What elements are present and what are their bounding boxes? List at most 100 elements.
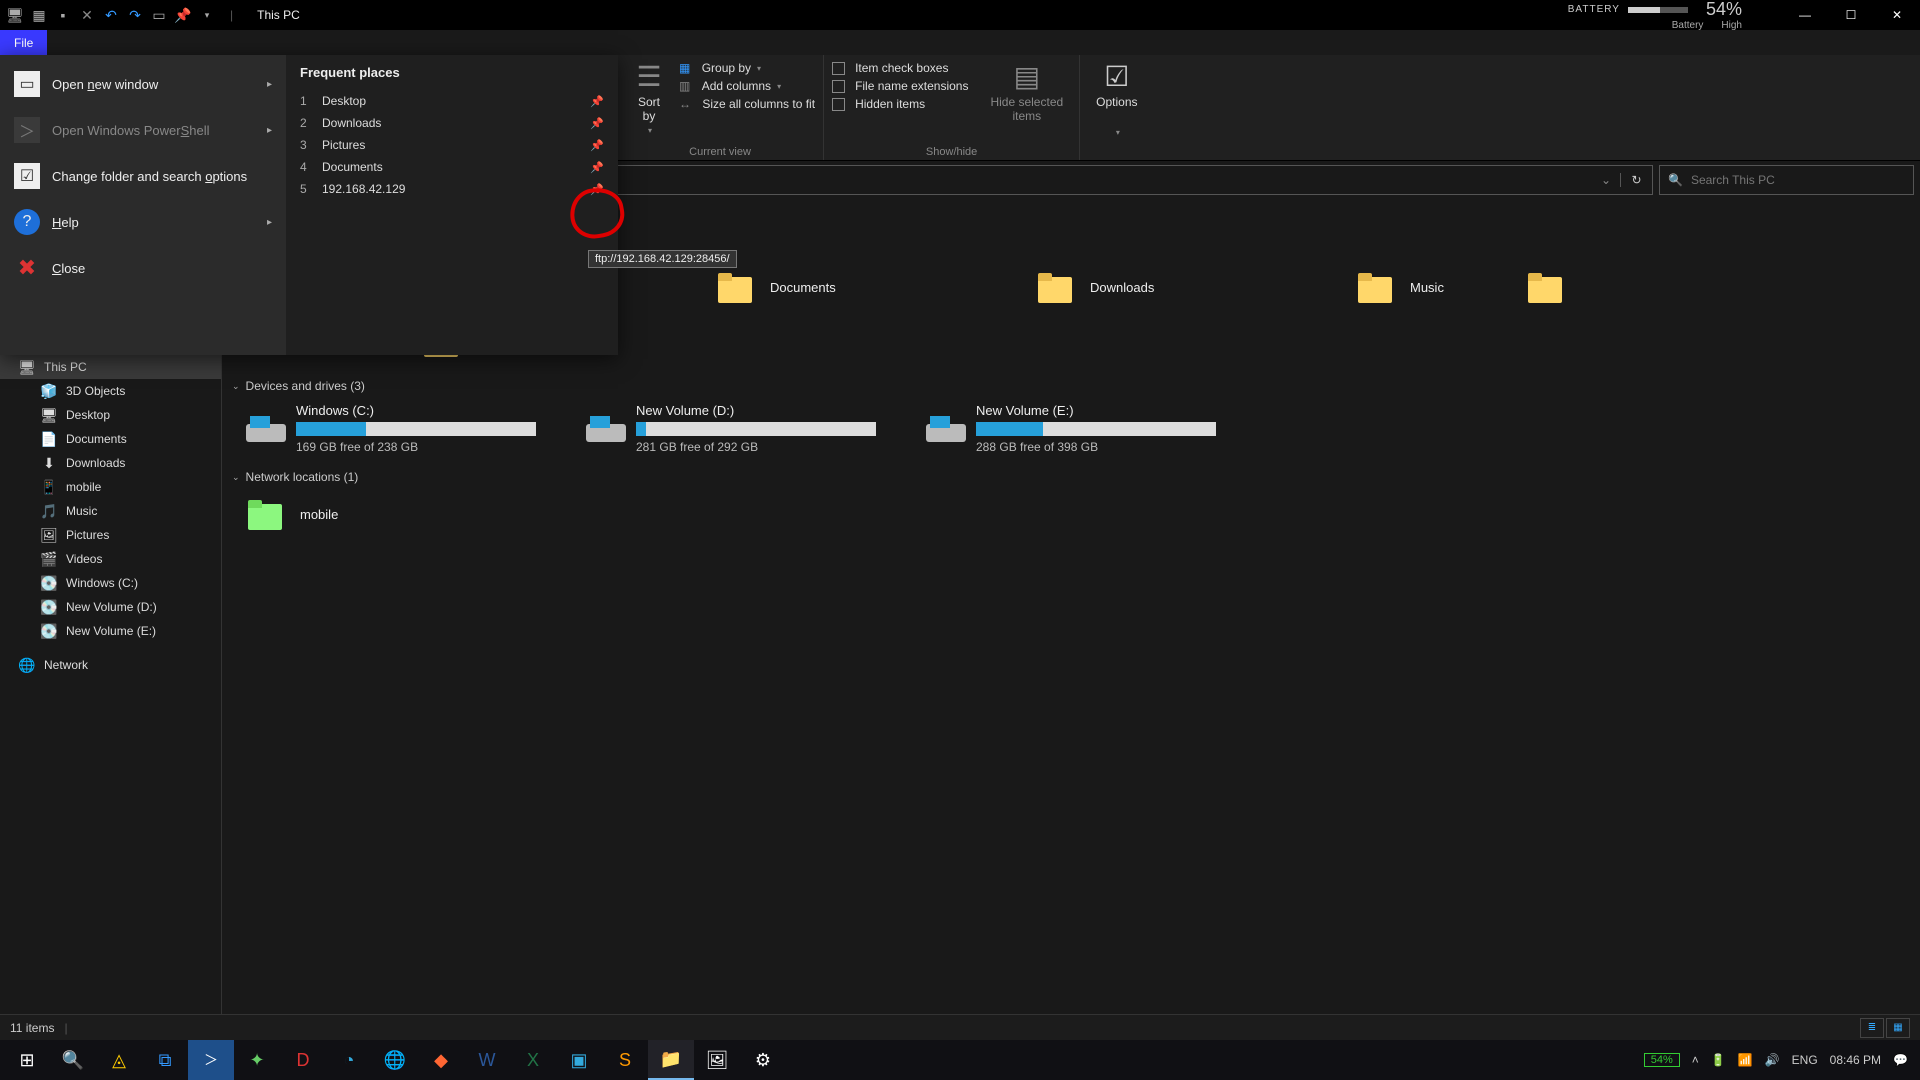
taskbar-app-4[interactable]: ▣: [556, 1040, 602, 1080]
tree-this-pc[interactable]: 🖥This PC: [0, 355, 221, 379]
tree-videos[interactable]: 🎬Videos: [0, 547, 221, 571]
pin-icon[interactable]: 📌: [590, 139, 604, 152]
qat-rename-icon[interactable]: ▭: [148, 4, 170, 26]
frequent-place[interactable]: 5192.168.42.129📌: [300, 178, 604, 200]
tray-volume-icon[interactable]: 🔊: [1765, 1053, 1780, 1067]
qat-properties-icon[interactable]: ▦: [28, 4, 50, 26]
address-bar[interactable]: ⌄ ↻: [560, 165, 1653, 195]
taskbar-chrome[interactable]: 🌐: [372, 1040, 418, 1080]
tree-desktop[interactable]: 🖥Desktop: [0, 403, 221, 427]
qat-redo-icon[interactable]: ↷: [124, 4, 146, 26]
tree-windows-c[interactable]: 💽Windows (C:): [0, 571, 221, 595]
qat-pin-icon[interactable]: 📌: [172, 4, 194, 26]
taskbar-sublime[interactable]: S: [602, 1040, 648, 1080]
group-network-locations[interactable]: ⌄Network locations (1): [232, 470, 1910, 484]
hidden-items-toggle[interactable]: Hidden items: [832, 95, 968, 113]
tree-3d-objects[interactable]: 🧊3D Objects: [0, 379, 221, 403]
taskbar-powershell[interactable]: ＞: [188, 1040, 234, 1080]
tree-pictures[interactable]: 🖼Pictures: [0, 523, 221, 547]
tray-chevron-up-icon[interactable]: ˄: [1692, 1053, 1699, 1067]
qat-undo-icon[interactable]: ↶: [100, 4, 122, 26]
drive-new-volume-e[interactable]: New Volume (E:) 288 GB free of 398 GB: [920, 399, 1220, 458]
tree-new-volume-e[interactable]: 💽New Volume (E:): [0, 619, 221, 643]
tray-wifi-icon[interactable]: 📶: [1738, 1053, 1753, 1067]
pin-icon[interactable]: 📌: [590, 95, 604, 108]
taskbar-search[interactable]: 🔍: [50, 1040, 96, 1080]
drive-usage-bar: [976, 422, 1216, 436]
close-button[interactable]: ✕: [1874, 0, 1920, 30]
taskbar-word[interactable]: W: [464, 1040, 510, 1080]
tray-clock[interactable]: 08:46 PM: [1830, 1053, 1881, 1067]
system-tray: 54% ˄ 🔋 📶 🔊 ENG 08:46 PM 💬: [1644, 1053, 1916, 1067]
file-name-ext-toggle[interactable]: File name extensions: [832, 77, 968, 95]
drive-icon: 💽: [40, 622, 58, 640]
tree-music[interactable]: 🎵Music: [0, 499, 221, 523]
tree-documents[interactable]: 📄Documents: [0, 427, 221, 451]
file-close[interactable]: ✖ Close: [0, 245, 286, 291]
pin-icon[interactable]: 📌: [590, 161, 604, 174]
sort-by-button[interactable]: ☰ Sort by▾: [625, 59, 673, 137]
group-devices[interactable]: ⌄Devices and drives (3): [232, 379, 1910, 393]
drive-new-volume-d[interactable]: New Volume (D:) 281 GB free of 292 GB: [580, 399, 880, 458]
folder-downloads[interactable]: Downloads: [1030, 263, 1310, 311]
search-input[interactable]: [1691, 173, 1905, 187]
group-by-icon: ▦: [679, 61, 690, 75]
group-by-button[interactable]: ▦ Group by▾: [679, 59, 815, 77]
folder-icon: [1354, 267, 1398, 307]
taskbar-app-3[interactable]: D: [280, 1040, 326, 1080]
taskbar-edge[interactable]: ◔: [326, 1040, 372, 1080]
tooltip: ftp://192.168.42.129:28456/: [588, 250, 737, 268]
tree-new-volume-d[interactable]: 💽New Volume (D:): [0, 595, 221, 619]
status-item-count: 11 items: [10, 1021, 54, 1035]
frequent-place[interactable]: 3Pictures📌: [300, 134, 604, 156]
taskbar-excel[interactable]: X: [510, 1040, 556, 1080]
file-change-options[interactable]: ☑ Change folder and search options: [0, 153, 286, 199]
minimize-button[interactable]: —: [1782, 0, 1828, 30]
frequent-place[interactable]: 2Downloads📌: [300, 112, 604, 134]
refresh-button[interactable]: ↻: [1620, 173, 1652, 187]
size-columns-button[interactable]: ↔ Size all columns to fit: [679, 95, 815, 113]
qat-dropdown-icon[interactable]: ▾: [196, 4, 218, 26]
netloc-mobile[interactable]: mobile: [240, 490, 520, 538]
add-columns-button[interactable]: ▥ Add columns▾: [679, 77, 815, 95]
hide-selected-button[interactable]: ▤ Hide selected items: [982, 59, 1071, 126]
qat-new-icon[interactable]: ▪: [52, 4, 74, 26]
options-button[interactable]: ☑ Options▾: [1088, 59, 1145, 139]
taskbar-brave[interactable]: ◆: [418, 1040, 464, 1080]
search-box[interactable]: 🔍: [1659, 165, 1914, 195]
item-check-boxes-toggle[interactable]: Item check boxes: [832, 59, 968, 77]
taskbar-app-1[interactable]: ◬: [96, 1040, 142, 1080]
maximize-button[interactable]: ☐: [1828, 0, 1874, 30]
options-icon: ☑: [1101, 61, 1133, 93]
file-open-new-window[interactable]: ▭ Open new window ▸: [0, 61, 286, 107]
file-help[interactable]: ? Help ▸: [0, 199, 286, 245]
pin-icon[interactable]: 📌: [590, 183, 604, 196]
chevron-down-icon: ⌄: [232, 472, 240, 483]
taskbar-explorer[interactable]: 📁: [648, 1040, 694, 1080]
qat-delete-icon[interactable]: ✕: [76, 4, 98, 26]
view-tiles-button[interactable]: ▦: [1886, 1018, 1910, 1038]
tree-network[interactable]: 🌐Network: [0, 653, 221, 677]
taskbar-settings[interactable]: ⚙: [740, 1040, 786, 1080]
tray-battery-pill[interactable]: 54%: [1644, 1053, 1680, 1067]
chevron-right-icon: ▸: [267, 79, 272, 90]
tray-battery-icon[interactable]: 🔋: [1711, 1053, 1726, 1067]
tray-notifications-icon[interactable]: 💬: [1893, 1053, 1908, 1067]
address-dropdown-icon[interactable]: ⌄: [1592, 173, 1620, 187]
folder-documents[interactable]: Documents: [710, 263, 990, 311]
chevron-down-icon: ⌄: [232, 381, 240, 392]
tray-language[interactable]: ENG: [1792, 1053, 1818, 1067]
pin-icon[interactable]: 📌: [590, 117, 604, 130]
taskbar-vscode[interactable]: ⧉: [142, 1040, 188, 1080]
start-button[interactable]: ⊞: [4, 1040, 50, 1080]
view-details-button[interactable]: ≣: [1860, 1018, 1884, 1038]
frequent-place[interactable]: 1Desktop📌: [300, 90, 604, 112]
folder-pictures[interactable]: [1520, 263, 1640, 311]
drive-windows-c[interactable]: Windows (C:) 169 GB free of 238 GB: [240, 399, 540, 458]
tree-downloads[interactable]: ⬇Downloads: [0, 451, 221, 475]
taskbar-app-2[interactable]: ✦: [234, 1040, 280, 1080]
taskbar-app-5[interactable]: 🖼: [694, 1040, 740, 1080]
tab-file[interactable]: File: [0, 30, 47, 55]
frequent-place[interactable]: 4Documents📌: [300, 156, 604, 178]
tree-mobile[interactable]: 📱mobile: [0, 475, 221, 499]
